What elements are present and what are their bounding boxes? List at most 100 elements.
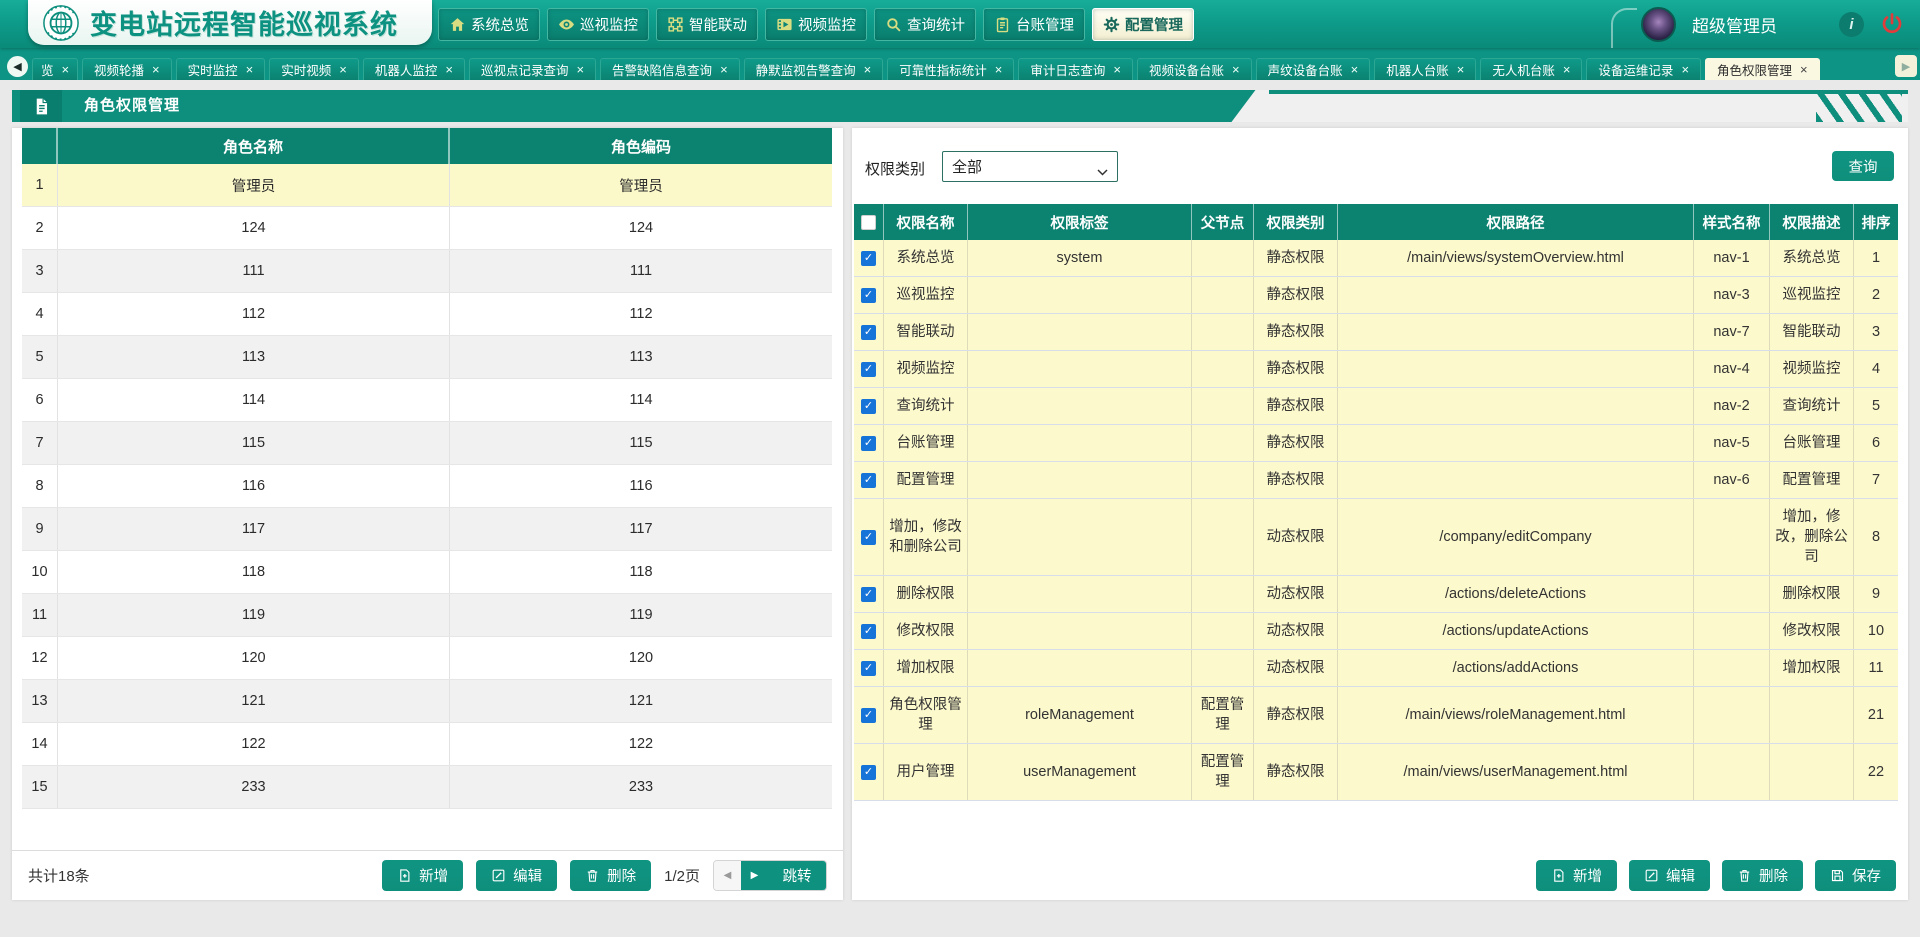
- perm-row[interactable]: ✓增加，修改和删除公司动态权限/company/editCompany增加，修改…: [854, 499, 1898, 576]
- nav-button-search[interactable]: 查询统计: [874, 8, 976, 41]
- role-edit-button[interactable]: 编辑: [476, 860, 557, 891]
- tab-item[interactable]: 机器人监控×: [363, 58, 465, 80]
- nav-button-eye[interactable]: 巡视监控: [547, 8, 649, 41]
- nav-button-clipboard[interactable]: 台账管理: [983, 8, 1085, 41]
- tab-item[interactable]: 巡视点记录查询×: [469, 58, 596, 80]
- query-button[interactable]: 查询: [1832, 151, 1894, 181]
- tab-item[interactable]: 声纹设备台账×: [1256, 58, 1371, 80]
- permission-type-select[interactable]: 全部: [942, 151, 1118, 182]
- perm-save-button[interactable]: 保存: [1815, 860, 1896, 891]
- nav-button-home[interactable]: 系统总览: [438, 8, 540, 41]
- perm-row[interactable]: ✓配置管理静态权限nav-6配置管理7: [854, 462, 1898, 499]
- close-icon[interactable]: ×: [720, 63, 728, 76]
- info-icon[interactable]: i: [1839, 12, 1864, 37]
- close-icon[interactable]: ×: [445, 63, 453, 76]
- role-row[interactable]: 9117117: [22, 508, 832, 551]
- tab-item[interactable]: 视频轮播×: [82, 58, 172, 80]
- close-icon[interactable]: ×: [1681, 63, 1689, 76]
- tab-label: 静默监视告警查询: [756, 60, 856, 79]
- perm-row[interactable]: ✓用户管理userManagement配置管理静态权限/main/views/u…: [854, 744, 1898, 801]
- close-icon[interactable]: ×: [62, 63, 70, 76]
- perm-row[interactable]: ✓智能联动静态权限nav-7智能联动3: [854, 314, 1898, 351]
- nav-button-gear[interactable]: 配置管理: [1092, 8, 1194, 41]
- role-row[interactable]: 4112112: [22, 293, 832, 336]
- role-delete-button[interactable]: 删除: [570, 860, 651, 891]
- role-row[interactable]: 10118118: [22, 551, 832, 594]
- nav-button-link[interactable]: 智能联动: [656, 8, 758, 41]
- perm-row[interactable]: ✓删除权限动态权限/actions/deleteActions删除权限9: [854, 576, 1898, 613]
- role-row[interactable]: 8116116: [22, 465, 832, 508]
- tab-item[interactable]: 无人机台账×: [1480, 58, 1582, 80]
- role-row[interactable]: 7115115: [22, 422, 832, 465]
- close-icon[interactable]: ×: [576, 63, 584, 76]
- select-all-checkbox[interactable]: [861, 215, 876, 230]
- close-icon[interactable]: ×: [152, 63, 160, 76]
- row-checkbox[interactable]: ✓: [861, 587, 876, 602]
- perm-row[interactable]: ✓系统总览system静态权限/main/views/systemOvervie…: [854, 240, 1898, 277]
- power-icon[interactable]: [1880, 12, 1904, 36]
- nav-button-video[interactable]: 视频监控: [765, 8, 867, 41]
- role-row[interactable]: 15233233: [22, 766, 832, 809]
- close-icon[interactable]: ×: [1563, 63, 1571, 76]
- close-icon[interactable]: ×: [1800, 63, 1808, 76]
- role-row[interactable]: 5113113: [22, 336, 832, 379]
- nav-label: 台账管理: [1016, 14, 1074, 35]
- close-icon[interactable]: ×: [864, 63, 872, 76]
- next-page-icon[interactable]: ▶: [741, 861, 768, 890]
- close-icon[interactable]: ×: [339, 63, 347, 76]
- perm-row[interactable]: ✓巡视监控静态权限nav-3巡视监控2: [854, 277, 1898, 314]
- tab-item[interactable]: 可靠性指标统计×: [887, 58, 1014, 80]
- role-row[interactable]: 14122122: [22, 723, 832, 766]
- role-row[interactable]: 11119119: [22, 594, 832, 637]
- tab-item[interactable]: 设备运维记录×: [1586, 58, 1701, 80]
- tab-item[interactable]: 实时监控×: [176, 58, 266, 80]
- row-checkbox[interactable]: ✓: [861, 436, 876, 451]
- row-checkbox[interactable]: ✓: [861, 288, 876, 303]
- perm-delete-button[interactable]: 删除: [1722, 860, 1803, 891]
- row-checkbox[interactable]: ✓: [861, 530, 876, 545]
- role-row[interactable]: 3111111: [22, 250, 832, 293]
- perm-row[interactable]: ✓角色权限管理roleManagement配置管理静态权限/main/views…: [854, 687, 1898, 744]
- row-checkbox[interactable]: ✓: [861, 325, 876, 340]
- tab-item[interactable]: 实时视频×: [269, 58, 359, 80]
- perm-row[interactable]: ✓台账管理静态权限nav-5台账管理6: [854, 425, 1898, 462]
- row-checkbox[interactable]: ✓: [861, 251, 876, 266]
- tab-item[interactable]: 角色权限管理×: [1705, 58, 1820, 80]
- perm-row[interactable]: ✓查询统计静态权限nav-2查询统计5: [854, 388, 1898, 425]
- tab-item[interactable]: 览×: [32, 58, 78, 80]
- tab-item[interactable]: 视频设备台账×: [1137, 58, 1252, 80]
- role-row[interactable]: 6114114: [22, 379, 832, 422]
- close-icon[interactable]: ×: [995, 63, 1003, 76]
- perm-row[interactable]: ✓视频监控静态权限nav-4视频监控4: [854, 351, 1898, 388]
- role-add-button[interactable]: 新增: [382, 860, 463, 891]
- role-row[interactable]: 2124124: [22, 207, 832, 250]
- row-checkbox[interactable]: ✓: [861, 765, 876, 780]
- perm-edit-button[interactable]: 编辑: [1629, 860, 1710, 891]
- close-icon[interactable]: ×: [246, 63, 254, 76]
- row-checkbox[interactable]: ✓: [861, 661, 876, 676]
- tab-item[interactable]: 审计日志查询×: [1018, 58, 1133, 80]
- role-row[interactable]: 13121121: [22, 680, 832, 723]
- jump-page-button[interactable]: 跳转: [768, 861, 826, 890]
- row-checkbox[interactable]: ✓: [861, 399, 876, 414]
- close-icon[interactable]: ×: [1113, 63, 1121, 76]
- role-row[interactable]: 1管理员管理员: [22, 164, 832, 207]
- row-checkbox[interactable]: ✓: [861, 708, 876, 723]
- tab-scroll-right-icon[interactable]: ▶: [1895, 55, 1917, 77]
- row-checkbox[interactable]: ✓: [861, 362, 876, 377]
- close-icon[interactable]: ×: [1232, 63, 1240, 76]
- prev-page-icon[interactable]: ◀: [714, 861, 741, 890]
- close-icon[interactable]: ×: [1351, 63, 1359, 76]
- tab-item[interactable]: 告警缺陷信息查询×: [600, 58, 740, 80]
- tab-item[interactable]: 机器人台账×: [1374, 58, 1476, 80]
- tab-item[interactable]: 静默监视告警查询 ×: [744, 58, 884, 80]
- avatar[interactable]: [1641, 7, 1676, 42]
- close-icon[interactable]: ×: [1457, 63, 1465, 76]
- perm-add-button[interactable]: 新增: [1536, 860, 1617, 891]
- tab-scroll-left-icon[interactable]: ◀: [7, 56, 28, 77]
- row-checkbox[interactable]: ✓: [861, 624, 876, 639]
- role-row[interactable]: 12120120: [22, 637, 832, 680]
- row-checkbox[interactable]: ✓: [861, 473, 876, 488]
- perm-row[interactable]: ✓增加权限动态权限/actions/addActions增加权限11: [854, 650, 1898, 687]
- perm-row[interactable]: ✓修改权限动态权限/actions/updateActions修改权限10: [854, 613, 1898, 650]
